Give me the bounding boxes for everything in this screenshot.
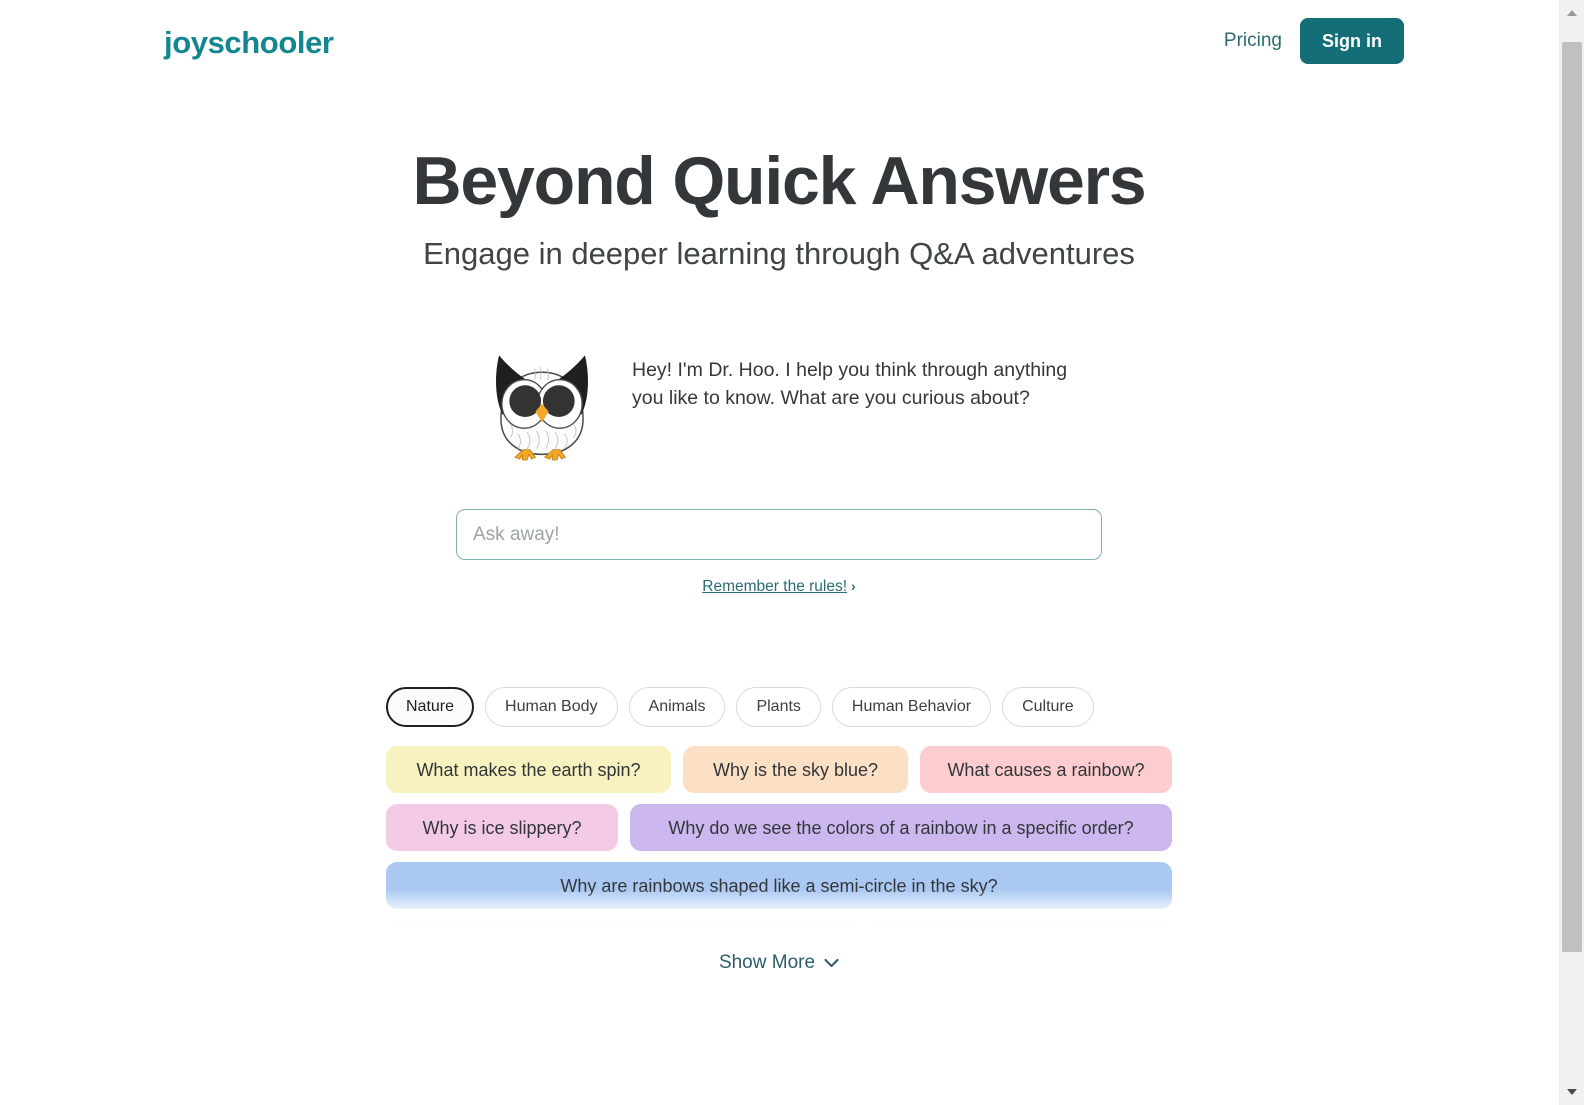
assistant-message: Hey! I'm Dr. Hoo. I help you think throu… [632,359,1068,409]
question-pill[interactable]: Why is the sky blue? [683,746,908,793]
show-more-label: Show More [718,952,816,973]
category-chip-human-body[interactable]: Human Body [485,687,618,727]
remember-the-rules-link[interactable]: Remember the rules! [702,578,847,595]
question-pill[interactable]: What makes the earth spin? [386,746,671,793]
assistant-intro: Hey! I'm Dr. Hoo. I help you think throu… [0,336,1558,462]
question-pill[interactable] [870,920,1172,929]
category-chip-culture[interactable]: Culture [1002,687,1094,727]
search-input[interactable] [456,509,1102,560]
page-root: joyschooler Pricing Sign in Beyond Quick… [0,0,1584,1105]
show-more-row: Show More [0,951,1558,975]
brand-logo[interactable]: joyschooler [164,24,334,62]
owl-icon [486,344,598,462]
ask-section: Remember the rules!› [456,509,1102,597]
chevron-right-icon: › [851,578,856,594]
category-chip-plants[interactable]: Plants [736,687,821,727]
scrollbar-thumb[interactable] [1562,42,1582,952]
category-filter-bar: Nature Human Body Animals Plants Human Behav… [386,687,1172,727]
category-chip-animals[interactable]: Animals [628,687,726,727]
rules-row: Remember the rules! › [456,577,1102,597]
question-pill[interactable]: Why do we see the colors of a rainbow in… [630,804,1172,851]
question-pill[interactable]: Why is ice slippery? [386,804,618,851]
vertical-scrollbar[interactable] [1558,0,1584,1105]
question-pill[interactable]: What causes a rainbow? [920,746,1172,793]
question-row [386,920,1172,929]
question-row: Why is ice slippery? Why do we see the co… [386,804,1172,851]
question-row: What makes the earth spin? Why is the sky… [386,746,1172,793]
pricing-link[interactable]: Pricing [1222,25,1284,57]
category-chip-human-behavior[interactable]: Human Behavior [831,687,992,727]
scroll-arrow-up-icon[interactable] [1559,0,1584,26]
site-header: joyschooler Pricing Sign in [0,0,1558,82]
category-chip-nature[interactable]: Nature [386,687,475,727]
question-pill[interactable] [386,920,858,929]
suggested-questions-list: What makes the earth spin? Why is the sky… [386,746,1172,929]
header-nav: Pricing Sign in [1222,18,1404,64]
page-title: Beyond Quick Answers [412,143,1146,219]
show-more-button[interactable]: Show More [719,951,839,975]
scroll-arrow-down-icon[interactable] [1559,1079,1584,1105]
hero-section: Beyond Quick Answers Engage in deeper le… [0,140,1558,274]
page-subtitle: Engage in deeper learning through Q&A ad… [423,236,1135,271]
page-viewport: joyschooler Pricing Sign in Beyond Quick… [0,0,1558,1105]
chevron-down-icon [824,958,839,968]
question-row: Why are rainbows shaped like a semi-circ… [386,862,1172,909]
sign-in-button[interactable]: Sign in [1300,18,1404,64]
question-pill[interactable]: Why are rainbows shaped like a semi-circ… [386,862,1172,909]
